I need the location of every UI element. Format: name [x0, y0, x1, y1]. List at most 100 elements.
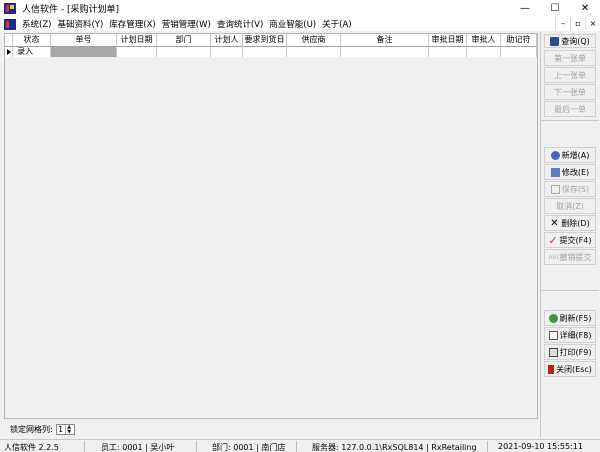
column-header-planner[interactable]: 计划人: [211, 34, 243, 47]
edit-icon: [550, 167, 560, 177]
close-button[interactable]: 关闭(Esc): [544, 361, 596, 377]
row-indicator-header: [5, 34, 13, 47]
status-app-version: 人信软件 2.2.5: [4, 443, 59, 452]
title-bar: 人信软件 - [采购计划单] — ☐ ✕: [0, 0, 600, 17]
revoke-submit-button[interactable]: ABC 撤销提交: [544, 249, 596, 265]
table-row[interactable]: 录入: [5, 47, 537, 57]
cell-status[interactable]: 录入: [13, 47, 51, 57]
data-grid[interactable]: 状态 单号 计划日期 部门 计划人 要求到货日 供应商 备注 审批日期 审批人 …: [4, 33, 538, 419]
status-bar: 人信软件 2.2.5 员工: 0001 | 吴小叶 部门: 0001 | 南门店…: [0, 439, 600, 452]
column-header-number[interactable]: 单号: [51, 34, 117, 47]
column-header-approver[interactable]: 审批人: [467, 34, 501, 47]
cell-planner[interactable]: [211, 47, 243, 57]
menu-about[interactable]: 关于(A): [322, 18, 351, 30]
add-icon: [550, 150, 560, 160]
menu-business-intelligence[interactable]: 商业智能(U): [269, 18, 316, 30]
save-button[interactable]: 保存(S): [544, 181, 596, 197]
maximize-button[interactable]: ☐: [540, 0, 570, 17]
cancel-button[interactable]: 取消(Z): [544, 198, 596, 214]
cell-number[interactable]: [51, 47, 117, 57]
first-record-label: 第一张单: [554, 53, 586, 63]
column-header-status[interactable]: 状态: [13, 34, 51, 47]
column-header-department[interactable]: 部门: [157, 34, 211, 47]
cell-mnemonic[interactable]: [501, 47, 537, 57]
status-divider: [84, 441, 85, 452]
lock-columns-value[interactable]: 1: [57, 425, 65, 434]
child-close-button[interactable]: ×: [585, 17, 600, 31]
detail-button[interactable]: 详细(F8): [544, 327, 596, 343]
column-header-approve-date[interactable]: 审批日期: [429, 34, 467, 47]
window-title: 人信软件 - [采购计划单]: [22, 5, 119, 15]
next-record-button[interactable]: 下一张单: [544, 84, 596, 100]
menu-marketing[interactable]: 营销管理(W): [162, 18, 211, 30]
cell-due-date[interactable]: [243, 47, 287, 57]
cell-supplier[interactable]: [287, 47, 341, 57]
status-divider: [487, 441, 488, 452]
column-header-plan-date[interactable]: 计划日期: [117, 34, 157, 47]
checkmark-icon: ✓: [548, 233, 558, 247]
last-record-label: 最后一单: [554, 104, 586, 114]
lock-columns-stepper[interactable]: 1 ▲ ▼: [55, 424, 75, 435]
query-label: 查询(Q): [561, 36, 590, 46]
save-label: 保存(S): [561, 184, 590, 194]
child-restore-button[interactable]: ▫: [570, 17, 585, 31]
submit-label: 提交(F4): [559, 235, 592, 245]
cancel-label: 取消(Z): [556, 201, 584, 211]
menu-system[interactable]: 系统(Z): [22, 18, 51, 30]
close-window-button[interactable]: ✕: [570, 0, 600, 17]
cell-approve-date[interactable]: [429, 47, 467, 57]
query-icon: [550, 36, 560, 46]
submit-button[interactable]: ✓ 提交(F4): [544, 232, 596, 248]
column-header-note[interactable]: 备注: [341, 34, 429, 47]
exit-door-icon: [548, 364, 555, 374]
status-department: 部门: 0001 | 南门店: [212, 443, 286, 452]
previous-record-button[interactable]: 上一张单: [544, 67, 596, 83]
save-icon: [550, 184, 560, 194]
column-header-mnemonic[interactable]: 助记符: [501, 34, 537, 47]
menu-basic-data[interactable]: 基础资料(Y): [57, 18, 103, 30]
status-divider: [296, 441, 297, 452]
status-divider: [196, 441, 197, 452]
column-header-supplier[interactable]: 供应商: [287, 34, 341, 47]
cell-note[interactable]: [341, 47, 429, 57]
lock-columns-control: 锁定网格列: 1 ▲ ▼: [10, 424, 75, 435]
printer-icon: [548, 347, 558, 357]
child-window-controls: – ▫ ×: [555, 17, 600, 31]
status-employee: 员工: 0001 | 吴小叶: [101, 443, 175, 452]
sidebar-divider: [541, 290, 599, 291]
delete-label: 删除(D): [561, 218, 590, 228]
first-record-button[interactable]: 第一张单: [544, 50, 596, 66]
edit-button[interactable]: 修改(E): [544, 164, 596, 180]
minimize-button[interactable]: —: [510, 0, 540, 17]
last-record-button[interactable]: 最后一单: [544, 101, 596, 117]
cell-approver[interactable]: [467, 47, 501, 57]
query-button[interactable]: 查询(Q): [544, 34, 596, 48]
column-header-due-date[interactable]: 要求到货日: [243, 34, 287, 47]
menu-inventory[interactable]: 库存管理(X): [109, 18, 155, 30]
spin-arrows-icon[interactable]: ▲ ▼: [64, 425, 73, 434]
lock-columns-label: 锁定网格列:: [10, 425, 53, 434]
sidebar-divider: [541, 120, 599, 121]
current-row-arrow-icon: [5, 47, 13, 57]
status-server: 服务器: 127.0.0.1\RxSQL814 | RxRetailing: [312, 443, 477, 452]
refresh-button[interactable]: 刷新(F5): [544, 310, 596, 326]
edit-label: 修改(E): [561, 167, 590, 177]
cell-plan-date[interactable]: [117, 47, 157, 57]
revoke-label: 撤销提交: [559, 252, 592, 262]
child-minimize-button[interactable]: –: [555, 17, 570, 31]
detail-label: 详细(F8): [559, 330, 592, 340]
window-controls: — ☐ ✕: [510, 0, 600, 17]
menu-query-stats[interactable]: 查询统计(V): [217, 18, 263, 30]
print-label: 打印(F9): [559, 347, 592, 357]
previous-record-label: 上一张单: [554, 70, 586, 80]
app-logo-icon: [4, 3, 16, 14]
print-button[interactable]: 打印(F9): [544, 344, 596, 360]
add-button[interactable]: 新增(A): [544, 147, 596, 163]
refresh-icon: [548, 313, 558, 323]
detail-icon: [548, 330, 558, 340]
refresh-label: 刷新(F5): [559, 313, 592, 323]
action-sidebar: 查询(Q) 第一张单 上一张单 下一张单 最后一单 新增(A) 修改(E) 保存…: [540, 32, 599, 437]
document-icon: [4, 18, 16, 30]
cell-department[interactable]: [157, 47, 211, 57]
delete-button[interactable]: ✕ 删除(D): [544, 215, 596, 231]
